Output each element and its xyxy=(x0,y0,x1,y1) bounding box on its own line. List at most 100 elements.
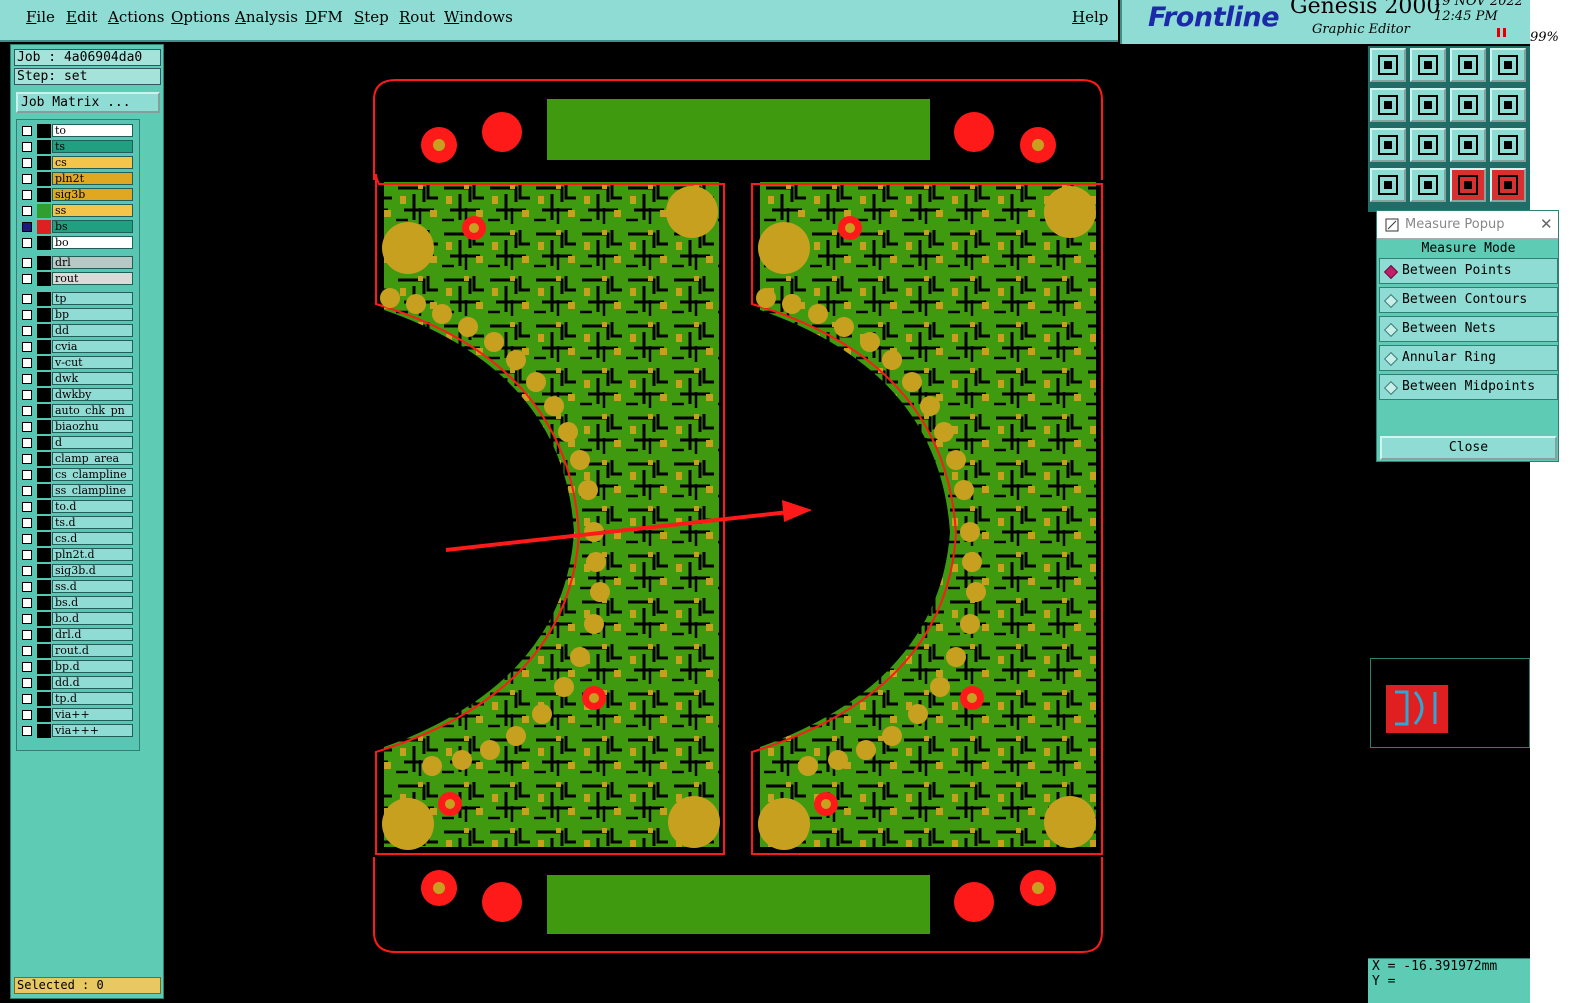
zoom-in-button[interactable] xyxy=(1410,48,1446,82)
center-button[interactable] xyxy=(1410,128,1446,162)
layer-color-swatch[interactable] xyxy=(37,516,51,530)
layer-name[interactable]: ts xyxy=(52,140,133,153)
layer-name[interactable]: bs xyxy=(52,220,133,233)
menu-file[interactable]: File xyxy=(26,8,55,26)
layer-checkbox[interactable] xyxy=(22,158,32,168)
layer-color-swatch[interactable] xyxy=(37,436,51,450)
layer-color-swatch[interactable] xyxy=(37,156,51,170)
layer-row-cs-d[interactable]: cs.d xyxy=(17,532,135,546)
mode-between-midpoints[interactable]: Between Midpoints xyxy=(1379,374,1558,400)
layer-checkbox[interactable] xyxy=(22,614,32,624)
layer-name[interactable]: ts.d xyxy=(52,516,133,529)
layer-name[interactable]: rout.d xyxy=(52,644,133,657)
layer-color-swatch[interactable] xyxy=(37,308,51,322)
pan-right-button[interactable] xyxy=(1410,88,1446,122)
layer-row-dd-d[interactable]: dd.d xyxy=(17,676,135,690)
layer-row-bp[interactable]: bp xyxy=(17,308,135,322)
home-button[interactable] xyxy=(1450,48,1486,82)
layer-row-cs-clampline[interactable]: cs_clampline xyxy=(17,468,135,482)
layer-row-rout[interactable]: rout xyxy=(17,272,135,286)
layer-row-pln2t-d[interactable]: pln2t.d xyxy=(17,548,135,562)
layer-checkbox[interactable] xyxy=(22,486,32,496)
layer-checkbox[interactable] xyxy=(22,126,32,136)
layer-name[interactable]: dd.d xyxy=(52,676,133,689)
layer-row-to-d[interactable]: to.d xyxy=(17,500,135,514)
layer-name[interactable]: tp.d xyxy=(52,692,133,705)
measure-button[interactable] xyxy=(1370,168,1406,202)
layer-name[interactable]: ss xyxy=(52,204,133,217)
layer-name[interactable]: rout xyxy=(52,272,133,285)
layer-checkbox[interactable] xyxy=(22,190,32,200)
layer-row-bs-d[interactable]: bs.d xyxy=(17,596,135,610)
layer-checkbox[interactable] xyxy=(22,438,32,448)
layer-name[interactable]: biaozhu xyxy=(52,420,133,433)
layer-name[interactable]: d xyxy=(52,436,133,449)
layer-row-pln2t[interactable]: pln2t xyxy=(17,172,135,186)
layer-row-dwkby[interactable]: dwkby xyxy=(17,388,135,402)
menu-dfm[interactable]: DFM xyxy=(305,8,343,26)
fit-button[interactable] xyxy=(1370,128,1406,162)
layer-row-drl[interactable]: drl xyxy=(17,256,135,270)
layer-row-bo[interactable]: bo xyxy=(17,236,135,250)
help-button[interactable] xyxy=(1490,128,1526,162)
layer-row-clamp-area[interactable]: clamp_area xyxy=(17,452,135,466)
layer-color-swatch[interactable] xyxy=(37,676,51,690)
layer-name[interactable]: via++ xyxy=(52,708,133,721)
layer-name[interactable]: bo.d xyxy=(52,612,133,625)
mode-annular-ring[interactable]: Annular Ring xyxy=(1379,345,1558,371)
layer-color-swatch[interactable] xyxy=(37,404,51,418)
layer-color-swatch[interactable] xyxy=(37,628,51,642)
layer-row-ss-clampline[interactable]: ss_clampline xyxy=(17,484,135,498)
menu-step[interactable]: Step xyxy=(354,8,389,26)
layer-checkbox[interactable] xyxy=(22,274,32,284)
layer-checkbox[interactable] xyxy=(22,422,32,432)
layer-checkbox[interactable] xyxy=(22,454,32,464)
layer-row-sig3b[interactable]: sig3b xyxy=(17,188,135,202)
layer-checkbox[interactable] xyxy=(22,206,32,216)
layer-color-swatch[interactable] xyxy=(37,236,51,250)
preview-box[interactable] xyxy=(1370,658,1530,748)
layer-color-swatch[interactable] xyxy=(37,724,51,738)
layer-checkbox[interactable] xyxy=(22,598,32,608)
layer-checkbox[interactable] xyxy=(22,222,32,232)
layer-row-v-cut[interactable]: v-cut xyxy=(17,356,135,370)
layer-color-swatch[interactable] xyxy=(37,612,51,626)
layer-name[interactable]: bp xyxy=(52,308,133,321)
zoom-home-button[interactable] xyxy=(1370,48,1406,82)
layer-checkbox[interactable] xyxy=(22,390,32,400)
layer-color-swatch[interactable] xyxy=(37,292,51,306)
layer-name[interactable]: ss.d xyxy=(52,580,133,593)
net-button[interactable] xyxy=(1450,168,1486,202)
layer-checkbox[interactable] xyxy=(22,534,32,544)
layer-color-swatch[interactable] xyxy=(37,484,51,498)
layer-checkbox[interactable] xyxy=(22,566,32,576)
layer-name[interactable]: bp.d xyxy=(52,660,133,673)
menu-analysis[interactable]: Analysis xyxy=(235,8,298,26)
layer-checkbox[interactable] xyxy=(22,294,32,304)
probe-button[interactable] xyxy=(1410,168,1446,202)
layer-name[interactable]: to xyxy=(52,124,133,137)
layer-row-d[interactable]: d xyxy=(17,436,135,450)
layer-row-sig3b-d[interactable]: sig3b.d xyxy=(17,564,135,578)
layer-name[interactable]: ss_clampline xyxy=(52,484,133,497)
layer-checkbox[interactable] xyxy=(22,662,32,672)
menu-actions[interactable]: Actions xyxy=(108,8,164,26)
layer-checkbox[interactable] xyxy=(22,174,32,184)
menu-options[interactable]: Options xyxy=(171,8,230,26)
mode-between-contours[interactable]: Between Contours xyxy=(1379,287,1558,313)
layer-checkbox[interactable] xyxy=(22,502,32,512)
layer-color-swatch[interactable] xyxy=(37,140,51,154)
layer-checkbox[interactable] xyxy=(22,238,32,248)
layer-row-bs[interactable]: bs xyxy=(17,220,135,234)
layer-name[interactable]: tp xyxy=(52,292,133,305)
net-select-button[interactable] xyxy=(1490,168,1526,202)
layer-row-bp-d[interactable]: bp.d xyxy=(17,660,135,674)
menu-help[interactable]: Help xyxy=(1072,8,1108,26)
layer-name[interactable]: cs xyxy=(52,156,133,169)
layer-checkbox[interactable] xyxy=(22,374,32,384)
layer-name[interactable]: dd xyxy=(52,324,133,337)
layer-row-drl-d[interactable]: drl.d xyxy=(17,628,135,642)
layer-checkbox[interactable] xyxy=(22,582,32,592)
layer-row-dd[interactable]: dd xyxy=(17,324,135,338)
layer-checkbox[interactable] xyxy=(22,710,32,720)
